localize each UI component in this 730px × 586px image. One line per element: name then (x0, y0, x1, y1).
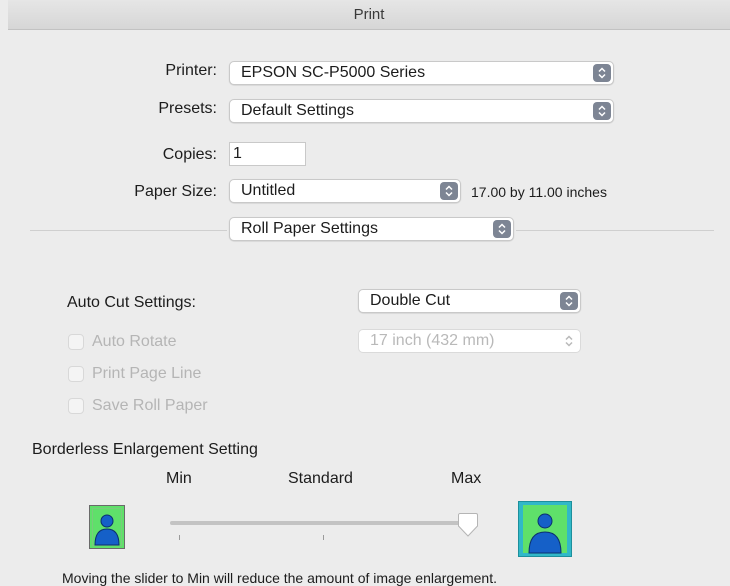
person-thumbnail-icon (89, 505, 125, 549)
separator-right (516, 230, 714, 231)
up-down-chevron-icon (560, 332, 578, 350)
auto-cut-popup[interactable]: Double Cut (358, 289, 581, 313)
printer-label: Printer: (165, 62, 217, 79)
slider-max-label: Max (451, 470, 482, 487)
slider-min-label: Min (166, 470, 192, 487)
save-roll-paper-label: Save Roll Paper (92, 397, 208, 414)
up-down-chevron-icon (560, 292, 578, 310)
paper-size-popup-value: Untitled (241, 182, 296, 199)
save-roll-paper-checkbox[interactable] (68, 398, 84, 414)
slider-thumb[interactable] (457, 512, 479, 538)
print-page-line-checkbox[interactable] (68, 366, 84, 382)
slider-tick-standard (323, 535, 324, 540)
panel-popup-value: Roll Paper Settings (241, 220, 378, 237)
window-title: Print (8, 0, 730, 30)
presets-label: Presets: (158, 100, 217, 117)
auto-rotate-label: Auto Rotate (92, 333, 177, 350)
up-down-chevron-icon (493, 220, 511, 238)
auto-cut-label: Auto Cut Settings: (67, 294, 196, 311)
paper-size-label: Paper Size: (134, 183, 217, 200)
borderless-note: Moving the slider to Min will reduce the… (62, 570, 497, 586)
paper-size-popup[interactable]: Untitled (229, 179, 461, 203)
paper-dimensions: 17.00 by 11.00 inches (471, 184, 607, 200)
up-down-chevron-icon (593, 64, 611, 82)
up-down-chevron-icon (593, 102, 611, 120)
separator-left (30, 230, 227, 231)
up-down-chevron-icon (440, 182, 458, 200)
slider-standard-label: Standard (288, 470, 353, 487)
print-page-line-label: Print Page Line (92, 365, 202, 382)
copies-label: Copies: (162, 146, 217, 163)
auto-rotate-checkbox[interactable] (68, 334, 84, 350)
borderless-title: Borderless Enlargement Setting (32, 441, 258, 458)
panel-popup[interactable]: Roll Paper Settings (229, 217, 514, 241)
roll-width-popup[interactable]: 17 inch (432 mm) (358, 329, 581, 353)
slider-track (170, 521, 466, 525)
presets-popup[interactable]: Default Settings (229, 99, 614, 123)
auto-cut-popup-value: Double Cut (370, 292, 451, 309)
roll-width-popup-value: 17 inch (432 mm) (370, 332, 495, 349)
printer-popup[interactable]: EPSON SC-P5000 Series (229, 61, 614, 85)
slider-tick-min (179, 535, 180, 540)
printer-popup-value: EPSON SC-P5000 Series (241, 64, 426, 81)
borderless-slider[interactable] (168, 510, 478, 540)
person-thumbnail-icon (518, 501, 572, 557)
copies-field[interactable]: 1 (229, 142, 306, 166)
presets-popup-value: Default Settings (241, 102, 354, 119)
